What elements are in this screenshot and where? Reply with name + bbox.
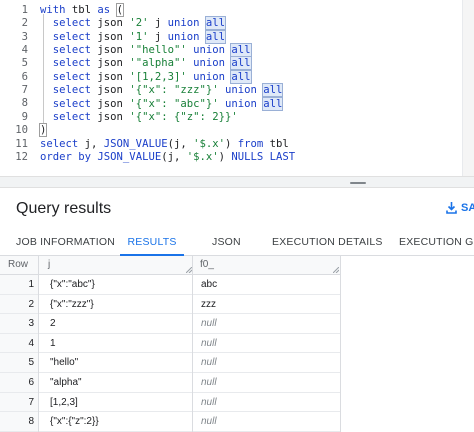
j-cell[interactable]: 1: [50, 334, 56, 353]
code-text[interactable]: select json '{"x": "abc"}' union all: [40, 97, 284, 112]
column-divider: [38, 256, 39, 432]
code-line[interactable]: 11 select j, JSON_VALUE(j, '$.x') from tb…: [0, 138, 474, 151]
line-number: 11: [15, 137, 28, 150]
tab-execution-details[interactable]: EXECUTION DETAILS: [272, 230, 383, 256]
line-number: 9: [21, 110, 28, 123]
code-text[interactable]: select json '2' j union all: [40, 16, 227, 31]
table-row[interactable]: 7 [1,2,3] null: [0, 393, 341, 413]
j-cell[interactable]: {"x":{"z":2}}: [50, 412, 99, 431]
header-j[interactable]: j: [48, 256, 50, 275]
header-f0[interactable]: f0_: [200, 256, 214, 275]
editor-scrollbar[interactable]: [462, 0, 474, 176]
query-results-title: Query results: [16, 200, 112, 217]
table-row[interactable]: 1 {"x":"abc"} abc: [0, 275, 341, 295]
line-number: 4: [21, 44, 28, 57]
results-tabs: JOB INFORMATION RESULTS JSON EXECUTION D…: [0, 230, 474, 256]
code-text[interactable]: ): [38, 123, 48, 138]
f0-cell[interactable]: null: [201, 353, 217, 372]
tab-job-information[interactable]: JOB INFORMATION: [16, 230, 115, 256]
code-text[interactable]: select json '"alpha"' union all: [40, 56, 252, 71]
f0-cell[interactable]: null: [201, 393, 217, 412]
tab-execution-graph[interactable]: EXECUTION GRA: [399, 230, 474, 256]
save-results-label: SA: [461, 202, 474, 214]
sql-editor[interactable]: 1 with tbl as (2 select json '2' j union …: [0, 0, 474, 176]
code-line[interactable]: 7 select json '{"x": "zzz"}' union all: [0, 83, 474, 98]
line-number: 6: [21, 70, 28, 83]
row-number-cell: 5: [28, 357, 34, 369]
code-line[interactable]: 5 select json '"alpha"' union all: [0, 56, 474, 71]
line-number: 1: [21, 4, 28, 16]
tab-json[interactable]: JSON: [212, 230, 241, 256]
row-number-cell: 6: [28, 377, 34, 388]
line-number: 8: [21, 97, 28, 110]
code-line[interactable]: 1 with tbl as (: [0, 3, 474, 17]
pane-resize-divider[interactable]: [0, 176, 474, 188]
table-row[interactable]: 3 2 null: [0, 314, 341, 334]
column-divider: [340, 256, 341, 432]
line-number: 12: [15, 150, 28, 163]
row-number-cell: 2: [28, 298, 34, 310]
code-text[interactable]: select json '[1,2,3]' union all: [40, 69, 252, 84]
f0-cell[interactable]: null: [201, 373, 217, 392]
row-number-cell: 7: [28, 396, 34, 408]
f0-cell[interactable]: null: [201, 334, 217, 353]
download-icon: [446, 202, 457, 214]
j-cell[interactable]: {"x":"zzz"}: [50, 295, 94, 314]
line-number: 7: [21, 84, 28, 97]
column-resize-icon[interactable]: [333, 267, 339, 273]
code-text[interactable]: select json '"hello"' union all: [40, 43, 252, 58]
row-number-cell: 8: [28, 416, 34, 428]
code-line[interactable]: 10): [0, 123, 474, 138]
f0-cell[interactable]: zzz: [201, 295, 216, 314]
code-text[interactable]: order by JSON_VALUE(j, '$.x') NULLS LAST: [40, 151, 295, 164]
table-row[interactable]: 6 "alpha" null: [0, 373, 341, 393]
row-number-cell: 4: [28, 337, 34, 349]
line-number: 2: [21, 17, 28, 30]
table-row[interactable]: 8 {"x":{"z":2}} null: [0, 412, 341, 432]
row-number-cell: 1: [28, 279, 34, 290]
code-text[interactable]: with tbl as (: [40, 3, 125, 17]
code-line[interactable]: 2 select json '2' j union all: [0, 16, 474, 31]
code-line[interactable]: 9 select json '{"x": {"z": 2}}': [0, 111, 474, 124]
line-number: 5: [21, 57, 28, 70]
f0-cell[interactable]: null: [201, 314, 217, 333]
code-line[interactable]: 6 select json '[1,2,3]' union all: [0, 69, 474, 84]
row-number-cell: 3: [28, 318, 34, 330]
code-line[interactable]: 8 select json '{"x": "abc"}' union all: [0, 97, 474, 112]
j-cell[interactable]: [1,2,3]: [50, 393, 78, 412]
code-line[interactable]: 3 select json '1' j union all: [0, 29, 474, 44]
line-number: 3: [21, 30, 28, 43]
save-results-button[interactable]: SA: [446, 202, 474, 214]
table-row[interactable]: 2 {"x":"zzz"} zzz: [0, 295, 341, 315]
tab-results[interactable]: RESULTS: [120, 230, 184, 256]
j-cell[interactable]: {"x":"abc"}: [50, 275, 95, 294]
empty-results-area: [341, 256, 474, 432]
line-number: 10: [15, 124, 28, 137]
j-cell[interactable]: 2: [50, 314, 56, 333]
code-line[interactable]: 12 order by JSON_VALUE(j, '$.x') NULLS LA…: [0, 151, 474, 164]
f0-cell[interactable]: null: [201, 412, 217, 431]
code-text[interactable]: select j, JSON_VALUE(j, '$.x') from tbl: [40, 138, 289, 151]
code-line[interactable]: 4 select json '"hello"' union all: [0, 43, 474, 58]
header-row: Row: [8, 259, 29, 270]
table-row[interactable]: 5 "hello" null: [0, 353, 341, 373]
f0-cell[interactable]: abc: [201, 275, 217, 294]
j-cell[interactable]: "alpha": [50, 373, 82, 392]
column-divider: [192, 256, 193, 432]
table-row[interactable]: 4 1 null: [0, 334, 341, 354]
code-text[interactable]: select json '{"x": {"z": 2}}': [40, 111, 238, 124]
drag-handle-icon[interactable]: [350, 182, 366, 184]
results-table-header: Row j f0_: [0, 256, 341, 275]
code-text[interactable]: select json '1' j union all: [40, 29, 227, 44]
j-cell[interactable]: "hello": [50, 353, 78, 372]
code-text[interactable]: select json '{"x": "zzz"}' union all: [40, 83, 284, 98]
